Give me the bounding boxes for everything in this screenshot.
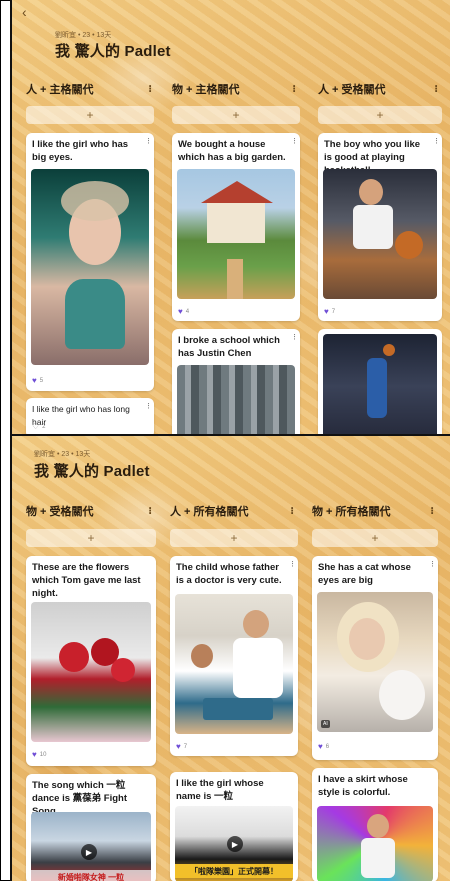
plus-icon: + [230, 531, 238, 545]
post-image[interactable] [175, 594, 293, 734]
column-header-1[interactable]: 物 + 受格關代 ⁝ [26, 498, 156, 524]
post-text: These are the flowers which Tom gave me … [32, 562, 141, 599]
post-text: I broke a school which has Justin Chen [178, 335, 280, 359]
post-image[interactable] [177, 169, 295, 299]
post-image[interactable] [323, 169, 437, 299]
like-counter[interactable]: ♡ 2 [32, 422, 46, 431]
column-title: 物 + 受格關代 [26, 506, 94, 518]
more-options-icon[interactable]: ⁝ [147, 136, 150, 147]
column-header-2[interactable]: 物 + 主格關代 ⁝ [172, 76, 300, 102]
post-text: We bought a house which has a big garden… [178, 139, 286, 163]
column-header-2[interactable]: 人 + 所有格關代 ⁝ [170, 498, 298, 524]
post-image[interactable] [31, 169, 149, 365]
more-options-icon[interactable]: ⁝ [431, 559, 434, 570]
heart-icon[interactable]: ♥ [324, 307, 329, 316]
post-card[interactable]: These are the flowers which Tom gave me … [26, 556, 156, 766]
padlet-board-bottom: 劉昕宜 • 23 • 13天 我 驚人的 Padlet 物 + 受格關代 ⁝ +… [12, 436, 450, 881]
post-card[interactable]: The song which 一粒 dance is 黨葆弟 Fight Son… [26, 774, 156, 881]
more-options-icon[interactable]: ⁝ [293, 332, 296, 343]
more-options-icon[interactable]: ⁝ [148, 84, 156, 95]
more-options-icon[interactable]: ⁝ [290, 506, 298, 517]
padlet-board-top: ‹ 劉昕宜 • 23 • 13天 我 驚人的 Padlet 人 + 主格關代 ⁝… [12, 0, 450, 434]
post-text: I like the girl who has big eyes. [32, 139, 129, 163]
post-image[interactable] [31, 602, 151, 742]
board-meta: 劉昕宜 • 23 • 13天 [55, 32, 112, 39]
heart-icon[interactable]: ♥ [178, 307, 183, 316]
post-image[interactable]: ▶ 新婚啪隊女神 一粒 [31, 812, 151, 881]
column-header-3[interactable]: 物 + 所有格關代 ⁝ [312, 498, 438, 524]
heart-icon[interactable]: ♥ [32, 376, 37, 385]
column-header-1[interactable]: 人 + 主格關代 ⁝ [26, 76, 156, 102]
plus-icon: + [376, 108, 384, 122]
add-post-button[interactable]: + [318, 106, 442, 124]
column-header-3[interactable]: 人 + 受格關代 ⁝ [318, 76, 442, 102]
add-post-button[interactable]: + [26, 106, 154, 124]
board-title: 我 驚人的 Padlet [34, 463, 150, 480]
post-text: The child whose father is a doctor is ve… [176, 562, 282, 586]
plus-icon: + [86, 108, 94, 122]
post-card[interactable]: I like the girl who has big eyes. ⁝ ♥ 5 [26, 133, 154, 391]
ai-badge: AI [321, 720, 330, 728]
post-card[interactable]: I broke a school which has Justin Chen ⁝ [172, 329, 300, 434]
like-counter[interactable]: ♥ 7 [324, 307, 335, 316]
post-card[interactable]: I like the girl whose name is 一粒 ▶ 「啦隊樂園… [170, 772, 298, 881]
back-arrow-icon[interactable]: ‹ [22, 4, 27, 20]
column-title: 物 + 所有格關代 [312, 506, 391, 518]
more-options-icon[interactable]: ⁝ [291, 559, 294, 570]
plus-icon: + [87, 531, 95, 545]
more-options-icon[interactable]: ⁝ [430, 506, 438, 517]
post-text: I like the girl whose name is 一粒 [176, 778, 264, 802]
add-post-button[interactable]: + [170, 529, 298, 547]
column-title: 人 + 所有格關代 [170, 506, 249, 518]
post-image[interactable]: ▶ 「啦隊樂園」正式開幕！ [175, 806, 293, 881]
column-title: 人 + 主格關代 [26, 84, 94, 96]
post-image[interactable] [323, 334, 437, 434]
video-banner: 「啦隊樂園」正式開幕！ [175, 864, 293, 878]
more-options-icon[interactable]: ⁝ [292, 84, 300, 95]
like-counter[interactable]: ♥ 4 [178, 307, 189, 316]
board-title: 我 驚人的 Padlet [55, 43, 171, 60]
more-options-icon[interactable]: ⁝ [148, 506, 156, 517]
play-icon[interactable]: ▶ [227, 836, 243, 852]
post-text: I like the girl who has long hair [32, 404, 130, 427]
board-meta: 劉昕宜 • 23 • 13天 [34, 451, 91, 458]
more-options-icon[interactable]: ⁝ [293, 136, 296, 147]
add-post-button[interactable]: + [26, 529, 156, 547]
heart-icon[interactable]: ♥ [176, 742, 181, 751]
more-options-icon[interactable]: ⁝ [434, 84, 442, 95]
post-card[interactable]: We bought a house which has a big garden… [172, 133, 300, 321]
add-post-button[interactable]: + [312, 529, 438, 547]
post-card[interactable]: She has a cat whose eyes are big ⁝ AI ♥ … [312, 556, 438, 760]
post-image[interactable]: AI [317, 592, 433, 732]
play-icon[interactable]: ▶ [81, 844, 97, 860]
post-image[interactable] [317, 806, 433, 881]
like-counter[interactable]: ♥ 7 [176, 742, 187, 751]
post-card[interactable]: The boy who you like is good at playing … [318, 133, 442, 321]
add-post-button[interactable]: + [172, 106, 300, 124]
heart-icon[interactable]: ♥ [32, 750, 37, 759]
post-image[interactable] [177, 365, 295, 434]
like-counter[interactable]: ♥ 5 [32, 376, 43, 385]
plus-icon: + [232, 108, 240, 122]
heart-icon[interactable]: ♥ [318, 742, 323, 751]
post-card[interactable]: I have a skirt whose style is colorful. [312, 768, 438, 881]
column-title: 人 + 受格關代 [318, 84, 386, 96]
like-counter[interactable]: ♥ 6 [318, 742, 329, 751]
more-options-icon[interactable]: ⁝ [147, 401, 150, 412]
post-card[interactable]: The child whose father is a doctor is ve… [170, 556, 298, 756]
plus-icon: + [371, 531, 379, 545]
column-title: 物 + 主格關代 [172, 84, 240, 96]
like-counter[interactable]: ♥ 10 [32, 750, 46, 759]
post-card[interactable]: I like the girl who has long hair ⁝ ♡ 2 [26, 398, 154, 434]
video-banner: 新婚啪隊女神 一粒 [31, 870, 151, 881]
post-text: I have a skirt whose style is colorful. [318, 774, 408, 798]
more-options-icon[interactable]: ⁝ [435, 136, 438, 147]
post-text: She has a cat whose eyes are big [318, 562, 411, 586]
heart-icon[interactable]: ♡ [32, 422, 39, 431]
post-card[interactable] [318, 329, 442, 434]
